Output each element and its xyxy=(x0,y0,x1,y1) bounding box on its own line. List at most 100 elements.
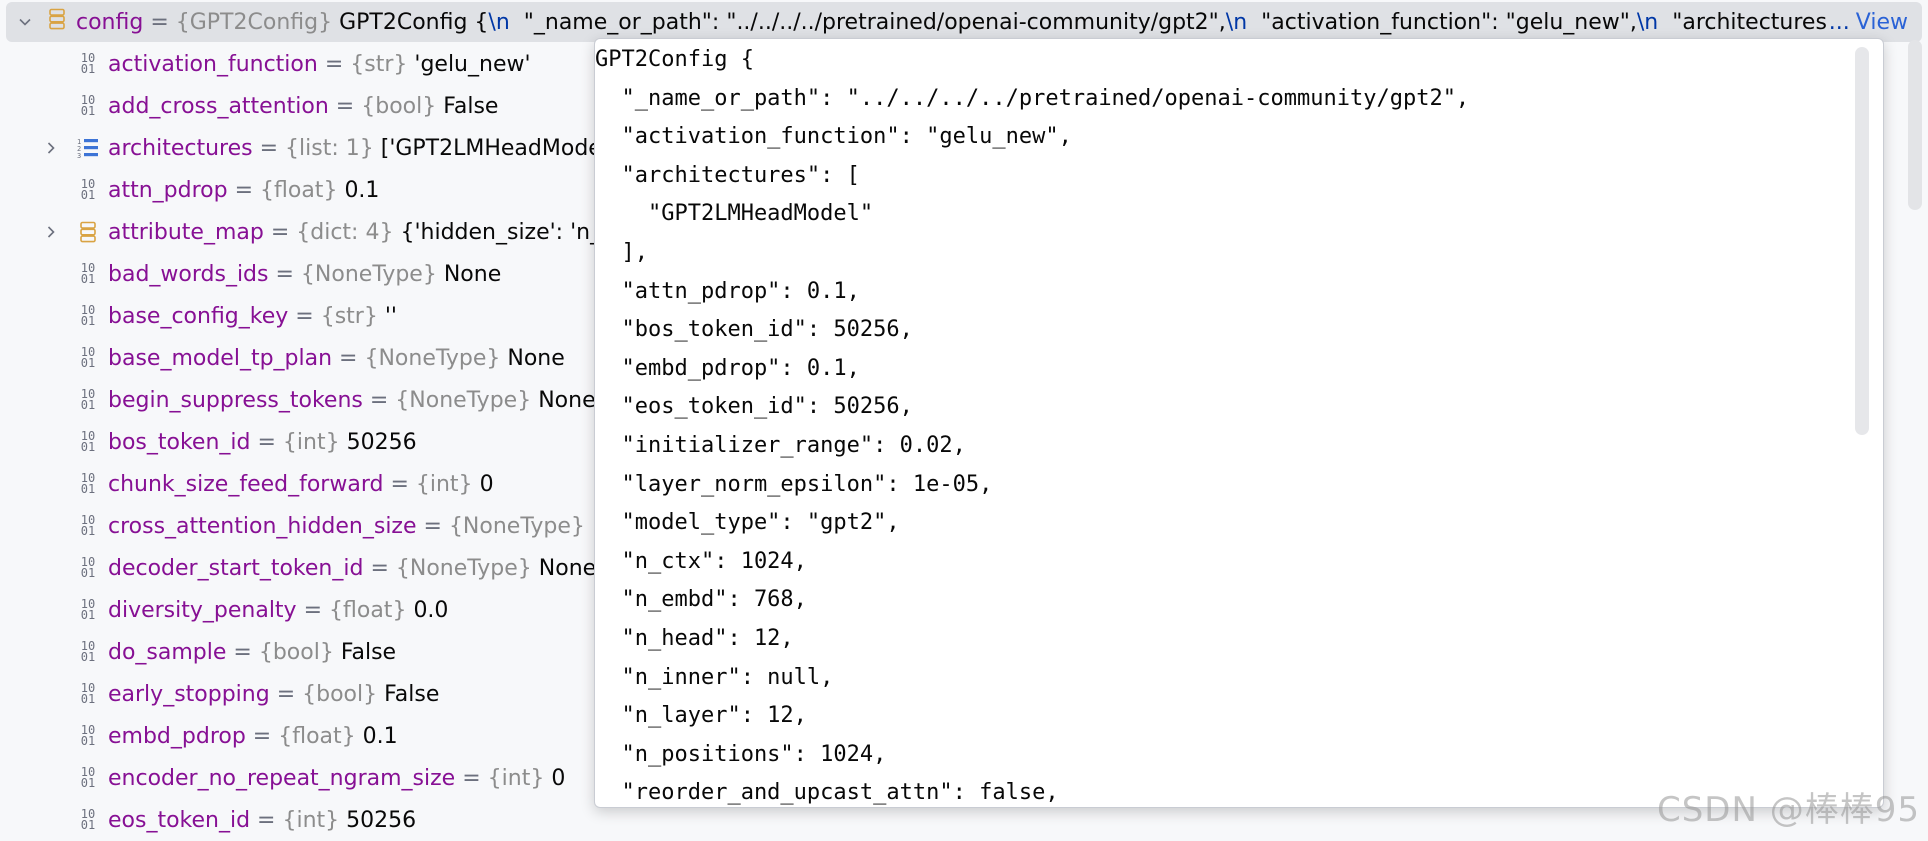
variable-row-config[interactable]: config = {GPT2Config} GPT2Config {\n "_n… xyxy=(6,2,1922,42)
variable-value: GPT2Config {\n "_name_or_path": "../../.… xyxy=(332,10,1827,35)
value-line: "layer_norm_epsilon": 1e-05, xyxy=(595,471,993,497)
variable-type: {int} xyxy=(282,429,340,455)
primitive-value-icon: 10 01 xyxy=(80,177,96,202)
variable-value: 50256 xyxy=(346,807,417,833)
equals-sign: = xyxy=(226,639,259,665)
variable-value: 0 xyxy=(551,765,566,791)
escape-sequence: \n xyxy=(488,9,510,35)
equals-sign: = xyxy=(362,387,396,413)
value-line: "_name_or_path": "../../../../pretrained… xyxy=(595,85,1470,111)
variable-name: begin_suppress_tokens xyxy=(108,387,363,413)
truncation-ellipsis: ... xyxy=(1828,9,1850,35)
primitive-value-icon: 10 01 xyxy=(80,387,96,412)
value-line: "n_layer": 12, xyxy=(595,703,807,729)
variable-type: {float} xyxy=(260,177,338,203)
value-line: "n_positions": 1024, xyxy=(595,741,887,767)
equals-sign: = xyxy=(383,471,416,497)
variable-type: {NoneType} xyxy=(448,513,585,539)
variable-line: embd_pdrop = {float} 0.1 xyxy=(108,724,398,749)
variable-type: {GPT2Config} xyxy=(175,9,333,35)
variable-line: bad_words_ids = {NoneType} None xyxy=(108,262,501,287)
variable-name: early_stopping xyxy=(108,681,270,707)
popup-scrollbar-thumb[interactable] xyxy=(1855,47,1869,435)
variable-line: decoder_start_token_id = {NoneType} None xyxy=(108,556,596,581)
equals-sign: = xyxy=(143,9,176,35)
value-text: GPT2Config { "_name_or_path": "../../../… xyxy=(595,41,1470,807)
equals-sign: = xyxy=(317,51,351,77)
value-segment: "_name_or_path": "../../../../pretrained… xyxy=(509,9,1226,35)
variable-name: base_model_tp_plan xyxy=(108,345,333,371)
escape-sequence: \n xyxy=(1636,9,1659,35)
variable-value: None xyxy=(538,555,597,581)
variable-type: {str} xyxy=(350,51,408,77)
equals-sign: = xyxy=(296,597,330,623)
equals-sign: = xyxy=(263,219,297,245)
variable-type: {NoneType} xyxy=(395,387,532,413)
variable-name: attn_pdrop xyxy=(108,177,228,203)
variable-name: encoder_no_repeat_ngram_size xyxy=(108,765,456,791)
variable-type: {bool} xyxy=(302,681,378,707)
tree-scrollbar[interactable] xyxy=(1908,40,1922,210)
variable-type: {float} xyxy=(329,597,407,623)
equals-sign: = xyxy=(268,261,301,287)
variable-name: chunk_size_feed_forward xyxy=(108,471,384,497)
value-line: "eos_token_id": 50256, xyxy=(595,394,913,420)
equals-sign: = xyxy=(332,345,365,371)
variable-name: architectures xyxy=(108,135,253,161)
equals-sign: = xyxy=(328,93,362,119)
primitive-value-icon: 10 01 xyxy=(80,555,96,580)
chevron-down-icon[interactable] xyxy=(12,9,38,35)
value-segment: GPT2Config { xyxy=(332,9,489,35)
variable-line: diversity_penalty = {float} 0.0 xyxy=(108,598,448,623)
value-line: "reorder_and_upcast_attn": false, xyxy=(595,780,1059,806)
value-line: "embd_pdrop": 0.1, xyxy=(595,355,860,381)
object-icon xyxy=(48,8,66,36)
variable-name: decoder_start_token_id xyxy=(108,555,364,581)
variable-name: eos_token_id xyxy=(108,807,251,833)
variable-line: early_stopping = {bool} False xyxy=(108,682,439,707)
variable-type: {bool} xyxy=(361,93,437,119)
primitive-value-icon: 10 01 xyxy=(80,723,96,748)
escape-sequence: \n xyxy=(1225,9,1248,35)
variable-type: {str} xyxy=(320,303,378,329)
value-line: "n_ctx": 1024, xyxy=(595,548,807,574)
equals-sign: = xyxy=(252,135,286,161)
variable-line: add_cross_attention = {bool} False xyxy=(108,94,498,119)
primitive-value-icon: 10 01 xyxy=(80,93,96,118)
chevron-right-icon[interactable] xyxy=(40,221,62,243)
equals-sign: = xyxy=(227,177,261,203)
variable-name: embd_pdrop xyxy=(108,723,246,749)
primitive-value-icon: 10 01 xyxy=(80,303,96,328)
primitive-value-icon: 10 01 xyxy=(80,345,96,370)
value-line: "model_type": "gpt2", xyxy=(595,510,900,536)
equals-sign: = xyxy=(416,513,449,539)
variable-line: base_config_key = {str} '' xyxy=(108,304,397,329)
variable-type: {int} xyxy=(282,807,340,833)
variable-line: eos_token_id = {int} 50256 xyxy=(108,808,416,833)
variable-name: config xyxy=(76,9,144,35)
equals-sign: = xyxy=(250,807,283,833)
equals-sign: = xyxy=(245,723,279,749)
value-tooltip-popup: GPT2Config { "_name_or_path": "../../../… xyxy=(594,38,1884,808)
chevron-right-icon[interactable] xyxy=(40,137,62,159)
value-line: "bos_token_id": 50256, xyxy=(595,317,913,343)
value-line: GPT2Config { xyxy=(595,47,754,72)
variable-line: bos_token_id = {int} 50256 xyxy=(108,430,417,455)
variable-value: 0.1 xyxy=(344,177,380,203)
value-line: "n_head": 12, xyxy=(595,625,794,651)
variable-value: 'gelu_new' xyxy=(414,51,531,77)
primitive-value-icon: 10 01 xyxy=(80,807,96,832)
equals-sign: = xyxy=(288,303,321,329)
primitive-value-icon: 10 01 xyxy=(80,471,96,496)
value-line: "initializer_range": 0.02, xyxy=(595,432,966,458)
variable-value: '' xyxy=(384,303,397,329)
variable-name: bad_words_ids xyxy=(108,261,269,287)
equals-sign: = xyxy=(363,555,396,581)
popup-scrollbar[interactable] xyxy=(1855,47,1869,799)
variable-value: None xyxy=(443,261,502,287)
variable-type: {int} xyxy=(487,765,545,791)
view-link[interactable]: View xyxy=(1856,10,1908,35)
equals-sign: = xyxy=(250,429,283,455)
variable-line: activation_function = {str} 'gelu_new' xyxy=(108,52,531,77)
variable-line: base_model_tp_plan = {NoneType} None xyxy=(108,346,565,371)
